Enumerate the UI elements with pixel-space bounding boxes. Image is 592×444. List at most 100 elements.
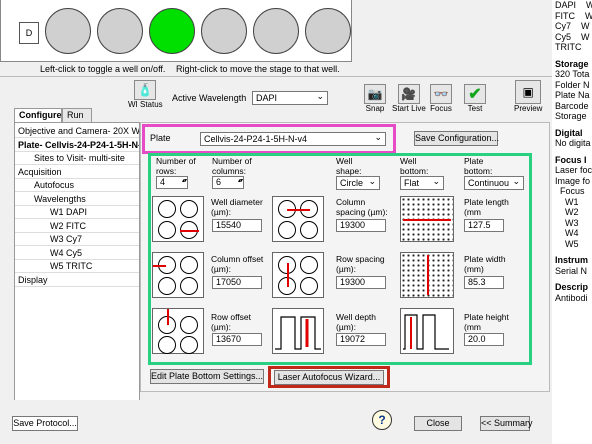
info-line: Barcode	[555, 100, 589, 111]
section-heading: Storage	[555, 58, 589, 69]
test-label: Test	[467, 104, 483, 113]
laser-autofocus-wizard-button[interactable]: Laser Autofocus Wizard...	[274, 370, 384, 385]
row-label: D	[19, 22, 39, 44]
columns-label: Number of columns:	[212, 156, 252, 176]
well-shape-select[interactable]: Circle	[336, 176, 380, 190]
row-offset-input[interactable]: 13670	[212, 333, 262, 346]
plate-bottom-select[interactable]: Continuou	[464, 176, 524, 190]
glasses-icon: 👓	[430, 84, 452, 104]
plate-label: Plate	[150, 133, 171, 143]
tree-item[interactable]: W5 TRITC	[15, 260, 139, 273]
column-offset-input[interactable]: 17050	[212, 276, 262, 289]
close-button[interactable]: Close	[414, 416, 462, 431]
well[interactable]	[201, 8, 247, 54]
tree-item[interactable]: Wavelengths	[15, 193, 139, 206]
focus-button[interactable]: 👓 Focus	[430, 84, 452, 113]
plate-length-label: Plate length (mm	[464, 197, 509, 217]
divider	[0, 76, 552, 77]
info-line: Cy5 W	[555, 31, 590, 42]
start-live-button[interactable]: 🎥 Start Live	[392, 84, 426, 113]
info-line: Antibodi	[555, 292, 588, 303]
section-heading: Instrum	[555, 255, 589, 265]
tab-run[interactable]: Run	[62, 108, 92, 122]
preview-button[interactable]: ▣ Preview	[514, 80, 542, 113]
tree-item[interactable]: Autofocus	[15, 179, 139, 192]
well-bottom-select[interactable]: Flat	[400, 176, 444, 190]
well-depth-input[interactable]: 19072	[336, 333, 386, 346]
info-line: W1	[555, 196, 579, 207]
info-line: W2	[555, 207, 579, 217]
well[interactable]	[97, 8, 143, 54]
tree-item[interactable]: W4 Cy5	[15, 247, 139, 260]
tree-item[interactable]: W2 FITC	[15, 220, 139, 233]
well[interactable]	[45, 8, 91, 54]
tree-item[interactable]: Plate- Cellvis-24-P24-1-5H-N-	[15, 139, 139, 152]
help-icon[interactable]: ?	[372, 410, 392, 430]
info-line: W4	[555, 228, 579, 238]
active-wavelength-label: Active Wavelength	[172, 93, 247, 103]
tree-item[interactable]: Display	[15, 274, 139, 287]
plate-profile-icon	[403, 314, 449, 350]
active-wavelength-select[interactable]: DAPI	[252, 91, 328, 105]
row-spacing-label: Row spacing (µm):	[336, 254, 385, 274]
tree-item[interactable]: Sites to Visit- multi-site	[15, 152, 139, 165]
snap-button[interactable]: 📷 Snap	[364, 84, 386, 113]
tree-item[interactable]: W3 Cy7	[15, 233, 139, 246]
wi-status-label: WI Status	[128, 100, 163, 109]
plate-height-label: Plate height (mm	[464, 312, 509, 332]
info-line: 320 Tota	[555, 69, 590, 79]
row-offset-label: Row offset (µm):	[211, 312, 252, 332]
info-line: DAPI W	[555, 0, 592, 10]
info-line: Focus	[555, 186, 585, 196]
save-configuration-button[interactable]: Save Configuration...	[414, 131, 499, 146]
snap-label: Snap	[365, 104, 385, 113]
info-line: Cy7 W	[555, 21, 590, 31]
well-depth-diagram	[272, 308, 324, 354]
test-button[interactable]: ✔ Test	[464, 84, 486, 113]
column-offset-label: Column offset (µm):	[211, 254, 264, 274]
save-protocol-button[interactable]: Save Protocol...	[12, 416, 78, 431]
preview-icon: ▣	[515, 80, 542, 104]
info-line: Image fo	[555, 175, 591, 186]
plate-height-diagram	[400, 308, 454, 354]
plate-length-input[interactable]: 127.5	[464, 219, 504, 232]
plate-bottom-label: Plate bottom:	[464, 156, 493, 176]
wi-status-button[interactable]: 🧴 WI Status	[128, 80, 163, 109]
plate-width-input[interactable]: 85.3	[464, 276, 504, 289]
plate-height-input[interactable]: 20.0	[464, 333, 504, 346]
tree-item[interactable]: Acquisition	[15, 166, 139, 179]
well-selected[interactable]	[149, 8, 195, 54]
info-line: TRITC	[555, 42, 582, 52]
tree-item[interactable]: W1 DAPI	[15, 206, 139, 219]
plate-width-diagram	[400, 252, 454, 298]
row-spacing-input[interactable]: 19300	[336, 276, 386, 289]
tree-item[interactable]: Objective and Camera- 20X Wa	[15, 125, 139, 138]
column-spacing-input[interactable]: 19300	[336, 219, 386, 232]
edit-plate-bottom-button[interactable]: Edit Plate Bottom Settings...	[150, 369, 264, 384]
well-depth-label: Well depth (µm):	[336, 312, 377, 332]
plate-select[interactable]: Cellvis-24-P24-1-5H-N-v4	[200, 132, 386, 146]
bottom-bar	[0, 400, 552, 444]
summary-button[interactable]: << Summary	[480, 416, 533, 431]
section-heading: Focus I	[555, 154, 587, 165]
info-line: W3	[555, 217, 579, 228]
video-camera-icon: 🎥	[397, 84, 420, 104]
info-line: W5	[555, 238, 579, 249]
well[interactable]	[253, 8, 299, 54]
tab-configure[interactable]: Configure	[14, 108, 62, 122]
rows-stepper[interactable]: 4	[156, 176, 188, 189]
column-spacing-label: Column spacing (µm):	[336, 197, 388, 217]
info-line: FITC W	[555, 10, 592, 21]
left-click-hint: Left-click to toggle a well on/off.	[40, 64, 166, 74]
well-bottom-label: Well bottom:	[400, 156, 429, 176]
well-diameter-label: Well diameter (µm):	[211, 197, 263, 217]
settings-tree: Objective and Camera- 20X Wa Plate- Cellv…	[14, 122, 140, 402]
well-diameter-input[interactable]: 15540	[212, 219, 262, 232]
well-diameter-diagram	[152, 196, 204, 242]
well[interactable]	[305, 8, 351, 54]
section-heading: Digital	[555, 127, 583, 138]
columns-stepper[interactable]: 6	[212, 176, 244, 189]
checkmark-icon: ✔	[464, 84, 486, 104]
preview-label: Preview	[514, 104, 543, 113]
column-spacing-diagram	[272, 196, 324, 242]
